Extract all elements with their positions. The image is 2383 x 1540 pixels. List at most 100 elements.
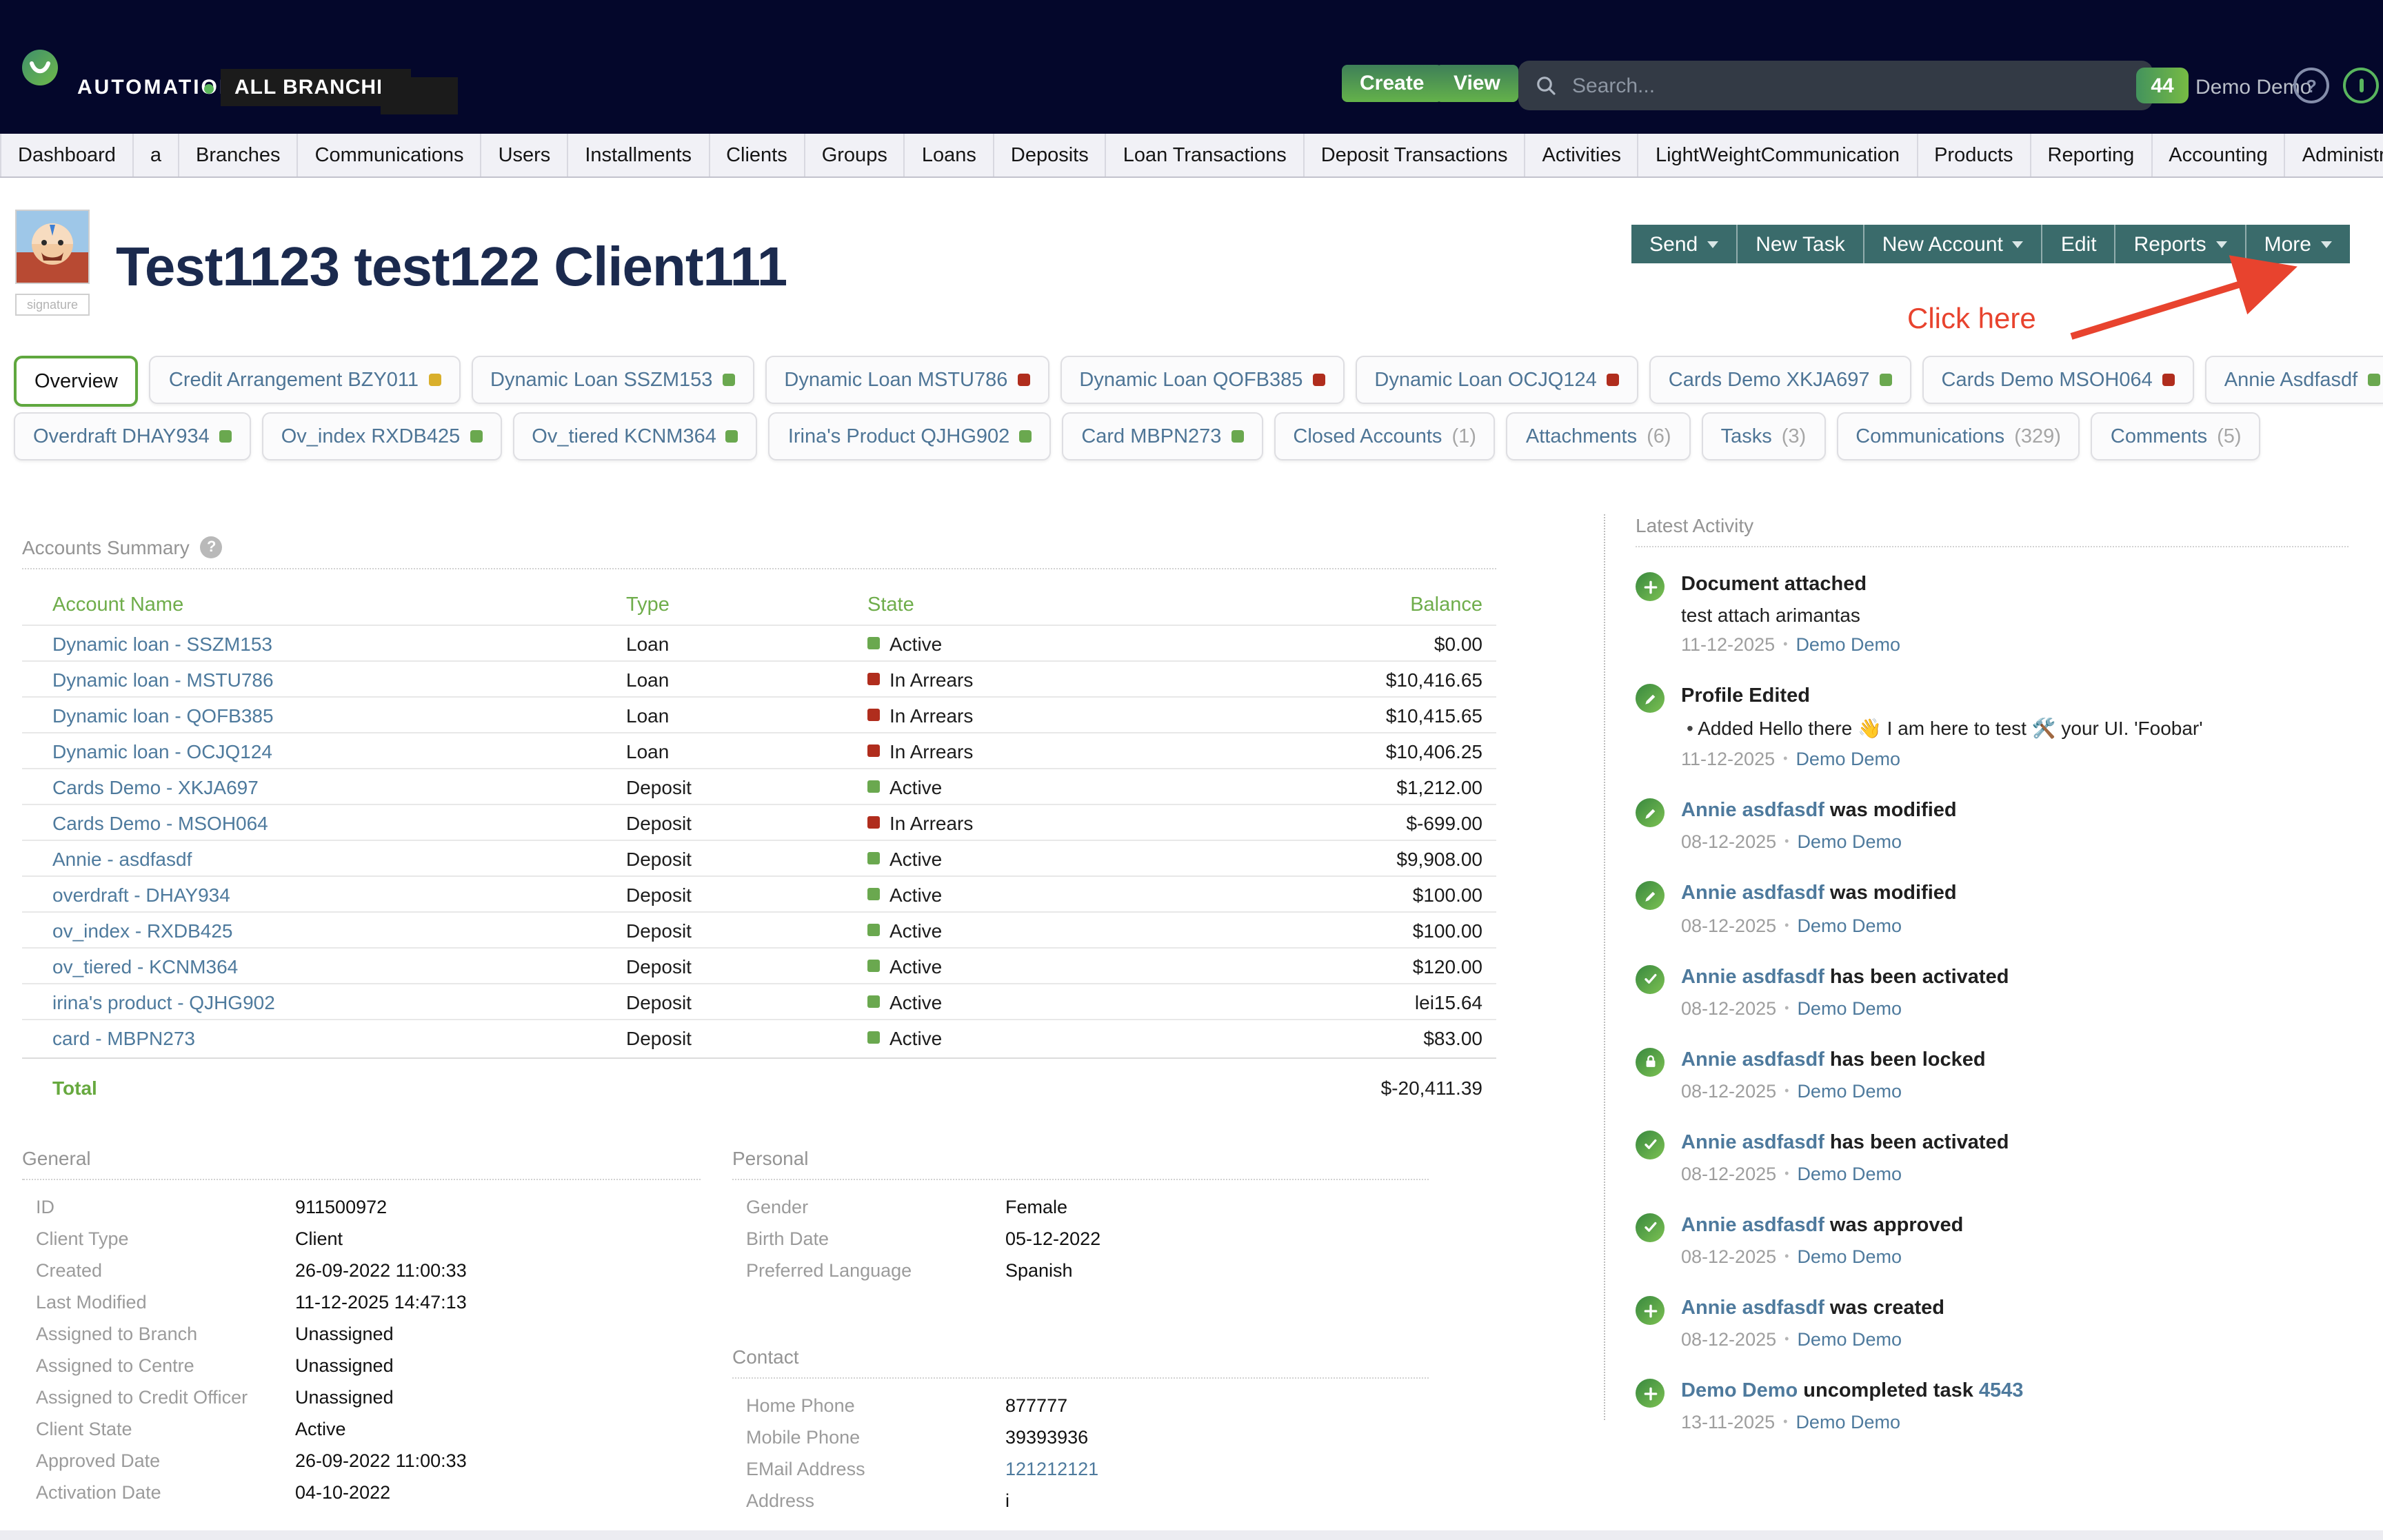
menu-item-dashboard[interactable]: Dashboard <box>0 134 134 176</box>
action-button-edit[interactable]: Edit <box>2043 225 2116 263</box>
action-button-reports[interactable]: Reports <box>2116 225 2246 263</box>
tab-overview[interactable]: Overview <box>14 356 139 407</box>
search-input[interactable] <box>1569 72 2136 99</box>
activity-entity-link[interactable]: Annie asdfasdf <box>1681 800 1824 822</box>
logout-power-icon[interactable] <box>2343 68 2379 103</box>
activity-entity-link[interactable]: 4543 <box>1979 1380 2024 1402</box>
tab-cards-demo-xkja697[interactable]: Cards Demo XKJA697 <box>1649 356 1911 404</box>
tab-closed-accounts[interactable]: Closed Accounts(1) <box>1274 412 1496 460</box>
menu-item-lightweightcommunication[interactable]: LightWeightCommunication <box>1639 134 1918 176</box>
action-button-more[interactable]: More <box>2246 225 2350 263</box>
client-avatar[interactable]: signature <box>15 210 92 309</box>
account-type-cell: Loan <box>626 704 867 726</box>
menu-item-administration[interactable]: Administration <box>2286 134 2383 176</box>
client-action-bar: SendNew TaskNew AccountEditReportsMore <box>1631 225 2350 263</box>
create-button[interactable]: Create <box>1342 65 1442 102</box>
account-name-link[interactable]: Dynamic loan - SSZM153 <box>52 632 626 654</box>
menu-item-users[interactable]: Users <box>482 134 569 176</box>
activity-user-link[interactable]: Demo Demo <box>1797 1329 1902 1350</box>
menu-item-activities[interactable]: Activities <box>1526 134 1639 176</box>
tab-cards-demo-msoh064[interactable]: Cards Demo MSOH064 <box>1922 356 2194 404</box>
tab-irina-s-product-qjhg902[interactable]: Irina's Product QJHG902 <box>769 412 1051 460</box>
accounts-summary-help-icon[interactable]: ? <box>201 536 223 558</box>
activity-user-link[interactable]: Demo Demo <box>1796 1412 1900 1433</box>
tab-comments[interactable]: Comments(5) <box>2091 412 2261 460</box>
tab-card-mbpn273[interactable]: Card MBPN273 <box>1062 412 1263 460</box>
menu-item-clients[interactable]: Clients <box>710 134 805 176</box>
activity-date: 11-12-2025 <box>1681 749 1775 770</box>
menu-item-products[interactable]: Products <box>1918 134 2031 176</box>
activity-entity-link[interactable]: Annie asdfasdf <box>1681 883 1824 905</box>
menu-item-branches[interactable]: Branches <box>179 134 299 176</box>
action-button-new-task[interactable]: New Task <box>1738 225 1864 263</box>
state-text: Active <box>889 955 942 977</box>
activity-entity-link[interactable]: Annie asdfasdf <box>1681 1132 1824 1154</box>
col-header-account-name[interactable]: Account Name <box>52 594 626 616</box>
tab-tasks[interactable]: Tasks(3) <box>1702 412 1826 460</box>
dot-separator <box>1775 1412 1796 1433</box>
activity-entity-link[interactable]: Annie asdfasdf <box>1681 1215 1824 1237</box>
content-divider <box>1604 514 1605 1420</box>
account-name-link[interactable]: irina's product - QJHG902 <box>52 991 626 1013</box>
detail-value: Client <box>295 1228 701 1249</box>
col-header-state[interactable]: State <box>867 594 1219 616</box>
search-box[interactable] <box>1518 61 2153 110</box>
activity-user-link[interactable]: Demo Demo <box>1797 1164 1902 1184</box>
tab-credit-arrangement-bzy011[interactable]: Credit Arrangement BZY011 <box>150 356 460 404</box>
tab-dynamic-loan-mstu786[interactable]: Dynamic Loan MSTU786 <box>765 356 1049 404</box>
menu-item-loan-transactions[interactable]: Loan Transactions <box>1107 134 1305 176</box>
tab-communications[interactable]: Communications(329) <box>1836 412 2080 460</box>
tab-overdraft-dhay934[interactable]: Overdraft DHAY934 <box>14 412 251 460</box>
menu-item-accounting[interactable]: Accounting <box>2152 134 2286 176</box>
tab-dynamic-loan-qofb385[interactable]: Dynamic Loan QOFB385 <box>1060 356 1344 404</box>
account-name-link[interactable]: ov_tiered - KCNM364 <box>52 955 626 977</box>
menu-item-loans[interactable]: Loans <box>905 134 994 176</box>
col-header-type[interactable]: Type <box>626 594 867 616</box>
activity-user-link[interactable]: Demo Demo <box>1797 997 1902 1018</box>
col-header-balance[interactable]: Balance <box>1219 594 1482 616</box>
activity-user-link[interactable]: Demo Demo <box>1797 1246 1902 1267</box>
tab-ov-index-rxdb425[interactable]: Ov_index RXDB425 <box>262 412 502 460</box>
account-name-link[interactable]: Dynamic loan - QOFB385 <box>52 704 626 726</box>
activity-entity-link[interactable]: Demo Demo <box>1681 1380 1798 1402</box>
menu-item-installments[interactable]: Installments <box>568 134 710 176</box>
account-name-link[interactable]: card - MBPN273 <box>52 1026 626 1048</box>
menu-item-communications[interactable]: Communications <box>299 134 482 176</box>
action-button-send[interactable]: Send <box>1631 225 1738 263</box>
tab-ov-tiered-kcnm364[interactable]: Ov_tiered KCNM364 <box>512 412 758 460</box>
tab-dynamic-loan-sszm153[interactable]: Dynamic Loan SSZM153 <box>471 356 754 404</box>
activity-user-link[interactable]: Demo Demo <box>1796 749 1900 770</box>
activity-user-link[interactable]: Demo Demo <box>1797 832 1902 853</box>
account-name-link[interactable]: Annie - asdfasdf <box>52 847 626 869</box>
detail-row: Birth Date05-12-2022 <box>732 1223 1429 1255</box>
activity-entity-link[interactable]: Annie asdfasdf <box>1681 1297 1824 1319</box>
activity-user-link[interactable]: Demo Demo <box>1797 915 1902 935</box>
menu-item-reporting[interactable]: Reporting <box>2031 134 2153 176</box>
menu-item-deposits[interactable]: Deposits <box>994 134 1107 176</box>
tab-dynamic-loan-ocjq124[interactable]: Dynamic Loan OCJQ124 <box>1355 356 1638 404</box>
menu-item-a[interactable]: a <box>134 134 179 176</box>
account-name-link[interactable]: Cards Demo - MSOH064 <box>52 811 626 833</box>
account-name-link[interactable]: Dynamic loan - MSTU786 <box>52 668 626 690</box>
account-type-cell: Deposit <box>626 919 867 941</box>
detail-row: Mobile Phone39393936 <box>732 1421 1429 1453</box>
account-name-link[interactable]: ov_index - RXDB425 <box>52 919 626 941</box>
activity-user-link[interactable]: Demo Demo <box>1796 634 1900 655</box>
menu-item-groups[interactable]: Groups <box>805 134 905 176</box>
menu-item-deposit-transactions[interactable]: Deposit Transactions <box>1305 134 1526 176</box>
activity-subtitle: test attach arimantas <box>1681 604 2349 626</box>
detail-value-link[interactable]: 121212121 <box>1005 1459 1429 1479</box>
tab-attachments[interactable]: Attachments(6) <box>1507 412 1691 460</box>
account-name-link[interactable]: overdraft - DHAY934 <box>52 883 626 905</box>
action-button-new-account[interactable]: New Account <box>1864 225 2043 263</box>
help-icon[interactable]: ? <box>2293 68 2329 103</box>
account-name-link[interactable]: Dynamic loan - OCJQ124 <box>52 740 626 762</box>
tab-annie-asdfasdf[interactable]: Annie Asdfasdf <box>2205 356 2383 404</box>
account-state-indicator <box>2162 374 2175 386</box>
notification-count-badge[interactable]: 44 <box>2136 68 2189 103</box>
view-button[interactable]: View <box>1436 65 1518 102</box>
account-name-link[interactable]: Cards Demo - XKJA697 <box>52 776 626 798</box>
activity-user-link[interactable]: Demo Demo <box>1797 1081 1902 1102</box>
activity-entity-link[interactable]: Annie asdfasdf <box>1681 966 1824 988</box>
activity-entity-link[interactable]: Annie asdfasdf <box>1681 1048 1824 1071</box>
